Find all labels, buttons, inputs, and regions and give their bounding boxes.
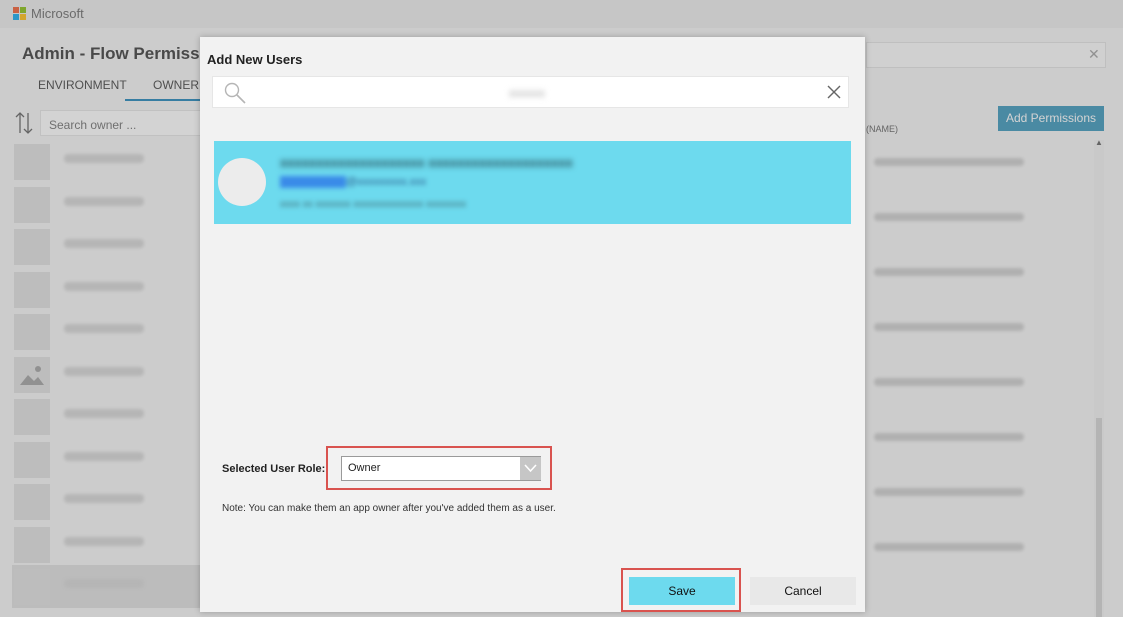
search-icon bbox=[224, 82, 246, 104]
role-dropdown[interactable]: Owner bbox=[341, 456, 541, 481]
user-search-result[interactable]: xxxxxxxxxxxxxxxxxxxx xxxxxxxxxxxxxxxxxxx… bbox=[214, 141, 851, 224]
user-search-input[interactable]: xxxxxx bbox=[212, 76, 849, 108]
email-highlight: xxxxxxxxxxxx bbox=[280, 176, 346, 188]
search-query-redacted: xxxxxx bbox=[509, 86, 545, 100]
result-user-id-redacted: xxxx xx xxxxxxx xxxxxxxxxxxxxx xxxxxxxx bbox=[280, 199, 467, 210]
role-label: Selected User Role: bbox=[222, 463, 326, 475]
save-button[interactable]: Save bbox=[629, 577, 735, 605]
chevron-down-icon[interactable] bbox=[520, 457, 541, 480]
email-rest: @xxxxxxxxx.xxx bbox=[346, 176, 427, 188]
clear-search-icon[interactable] bbox=[825, 83, 843, 101]
role-selected-value: Owner bbox=[348, 462, 381, 474]
result-name-redacted: xxxxxxxxxxxxxxxxxxxx xxxxxxxxxxxxxxxxxxx… bbox=[280, 155, 573, 170]
avatar bbox=[218, 158, 266, 206]
role-note: Note: You can make them an app owner aft… bbox=[222, 503, 556, 514]
dialog-title: Add New Users bbox=[207, 52, 303, 67]
add-new-users-dialog: Add New Users xxxxxx xxxxxxxxxxxxxxxxxxx… bbox=[200, 37, 865, 612]
cancel-button[interactable]: Cancel bbox=[750, 577, 856, 605]
result-email-redacted: xxxxxxxxxxxx@xxxxxxxxx.xxx bbox=[280, 176, 426, 188]
